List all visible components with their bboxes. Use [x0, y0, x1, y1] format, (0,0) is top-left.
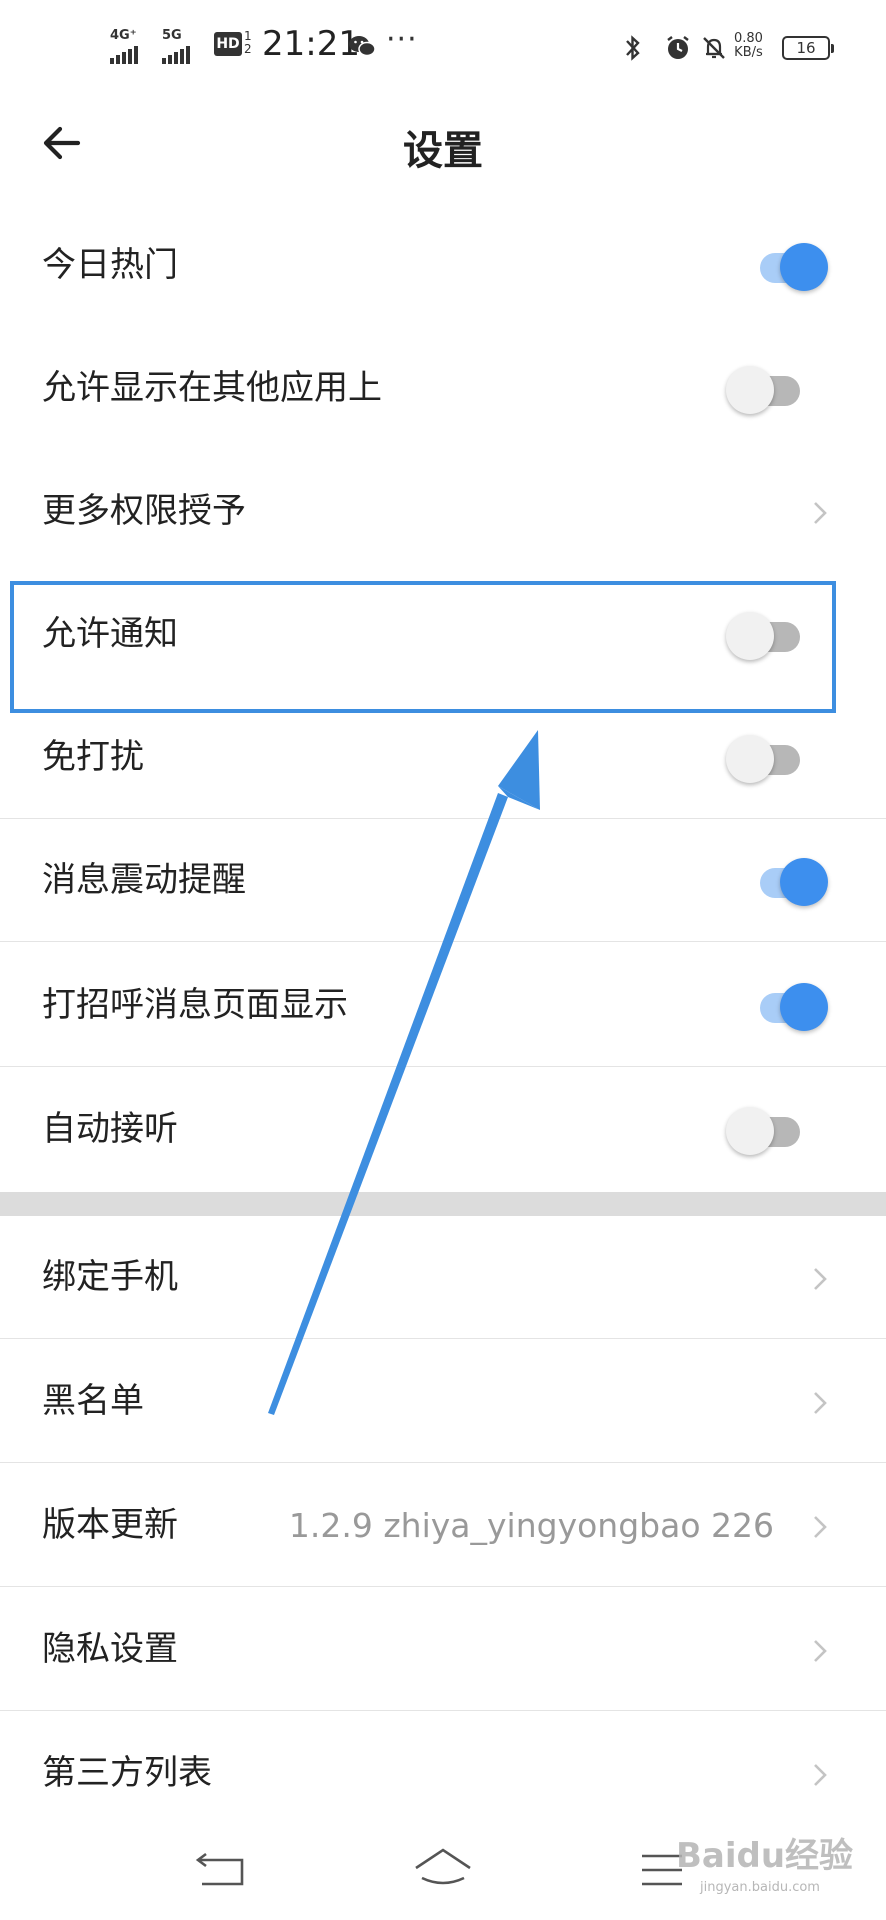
network-speed: 0.80 KB/s	[734, 32, 763, 60]
chevron-right-icon	[814, 1640, 827, 1662]
setting-row-blacklist[interactable]: 黑名单	[0, 1340, 886, 1463]
toggle-switch-on[interactable]	[744, 242, 834, 292]
setting-label: 隐私设置	[42, 1629, 178, 1669]
setting-label: 黑名单	[42, 1381, 144, 1421]
hd-icon: HD	[214, 32, 242, 56]
toggle-switch-on[interactable]	[744, 857, 834, 907]
speed-value: 0.80	[734, 31, 763, 46]
app-header: 设置	[0, 96, 886, 192]
annotation-highlight-box	[10, 581, 836, 713]
setting-row-do-not-disturb[interactable]: 免打扰	[0, 696, 886, 819]
toggle-switch-off[interactable]	[724, 734, 814, 784]
setting-label: 今日热门	[42, 245, 178, 285]
setting-row-overlay-permission[interactable]: 允许显示在其他应用上	[0, 327, 886, 450]
setting-label: 第三方列表	[42, 1753, 212, 1793]
row-divider	[0, 1710, 886, 1711]
chevron-right-icon	[814, 1764, 827, 1786]
setting-row-third-party-list[interactable]: 第三方列表	[0, 1712, 886, 1835]
setting-label: 允许显示在其他应用上	[42, 368, 382, 408]
row-divider	[0, 1462, 886, 1463]
row-divider	[0, 1586, 886, 1587]
back-nav-icon[interactable]	[186, 1840, 256, 1900]
chevron-right-icon	[814, 1268, 827, 1290]
setting-label: 绑定手机	[42, 1257, 178, 1297]
status-bar: 4G⁺ 5G HD 1 2 21:21 ··· 0.80 KB/s 16	[0, 0, 886, 96]
chevron-right-icon	[814, 502, 827, 524]
setting-row-bind-phone[interactable]: 绑定手机	[0, 1216, 886, 1339]
setting-row-version-update[interactable]: 版本更新 1.2.9 zhiya_yingyongbao 226	[0, 1464, 886, 1587]
chevron-right-icon	[814, 1392, 827, 1414]
battery-icon: 16	[782, 36, 834, 60]
setting-row-auto-answer[interactable]: 自动接听	[0, 1068, 886, 1191]
page-title: 设置	[403, 128, 483, 174]
setting-label: 更多权限授予	[42, 491, 246, 531]
toggle-switch-off[interactable]	[724, 1106, 814, 1156]
chevron-right-icon	[814, 1516, 827, 1538]
setting-label: 版本更新	[42, 1505, 178, 1545]
status-time: 21:21	[262, 24, 360, 64]
mute-icon	[703, 37, 725, 59]
toggle-switch-on[interactable]	[744, 982, 834, 1032]
more-notifications-icon: ···	[386, 22, 418, 57]
setting-row-privacy[interactable]: 隐私设置	[0, 1588, 886, 1711]
hd-sub: 1 2	[244, 30, 252, 56]
bluetooth-icon	[626, 35, 640, 61]
watermark-url: jingyan.baidu.com	[700, 1880, 820, 1895]
version-value: 1.2.9 zhiya_yingyongbao 226	[288, 1506, 774, 1545]
watermark-text: Baidu经验	[676, 1836, 854, 1876]
network-type-2: 5G	[162, 28, 182, 43]
toggle-switch-off[interactable]	[724, 365, 814, 415]
setting-row-greeting-display[interactable]: 打招呼消息页面显示	[0, 944, 886, 1067]
wechat-icon	[349, 36, 376, 57]
alarm-icon	[667, 36, 689, 59]
row-divider	[0, 1338, 886, 1339]
hd-sub-2: 2	[244, 42, 252, 56]
network-type-1: 4G⁺	[110, 28, 137, 43]
setting-row-more-permissions[interactable]: 更多权限授予	[0, 450, 886, 573]
speed-unit: KB/s	[734, 45, 763, 60]
setting-label: 消息震动提醒	[42, 860, 246, 900]
setting-row-today-hot[interactable]: 今日热门	[0, 204, 886, 327]
row-divider	[0, 1066, 886, 1067]
setting-label: 自动接听	[42, 1109, 178, 1149]
row-divider	[0, 941, 886, 942]
section-separator	[0, 1192, 886, 1216]
setting-label: 免打扰	[42, 737, 144, 777]
home-nav-icon[interactable]	[408, 1840, 478, 1900]
setting-row-message-vibration[interactable]: 消息震动提醒	[0, 819, 886, 942]
setting-label: 打招呼消息页面显示	[42, 985, 348, 1025]
